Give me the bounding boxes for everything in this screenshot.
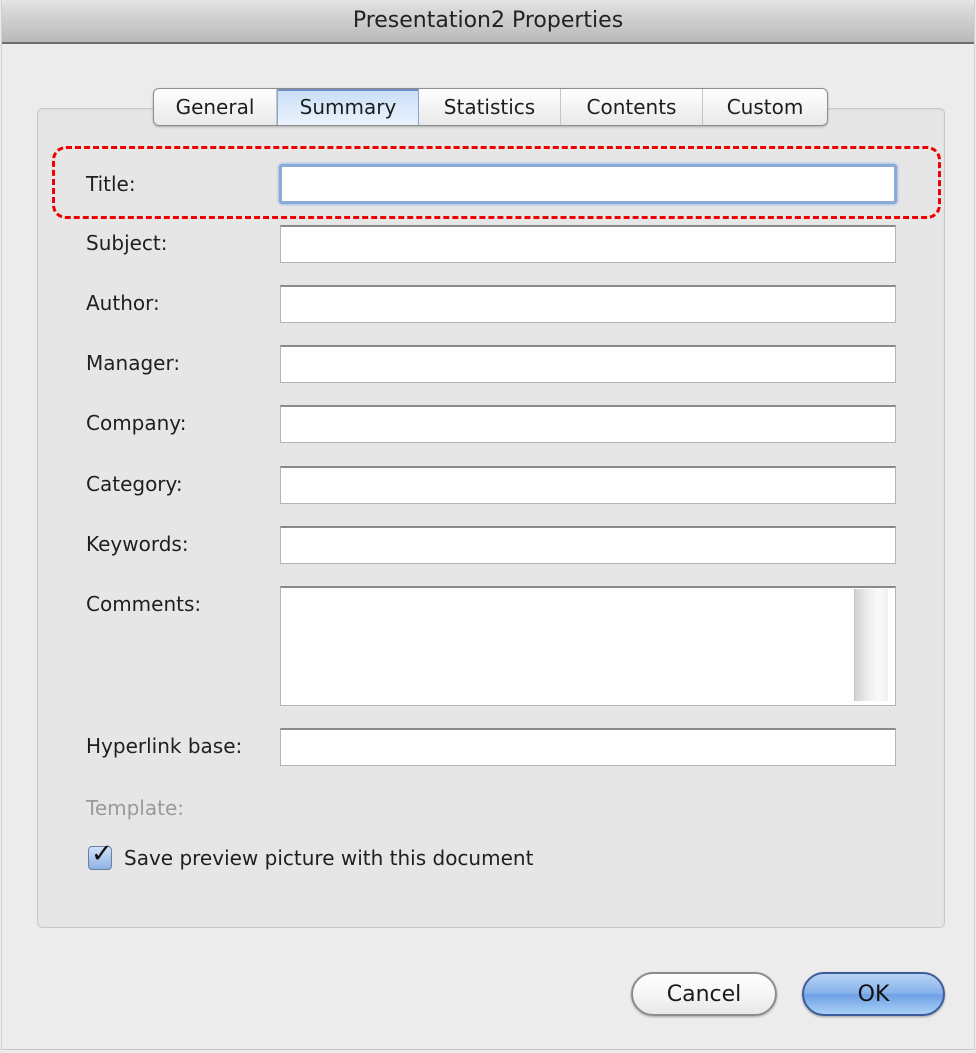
checkmark-icon: ✓ xyxy=(91,839,113,869)
subject-row: Subject: xyxy=(86,225,896,265)
author-label: Author: xyxy=(86,291,160,315)
title-input[interactable] xyxy=(279,164,897,204)
author-input[interactable] xyxy=(280,285,896,323)
comments-label: Comments: xyxy=(86,592,202,616)
manager-label: Manager: xyxy=(86,351,181,375)
template-row: Template: xyxy=(86,790,896,830)
cancel-button[interactable]: Cancel xyxy=(631,972,777,1016)
comments-textarea[interactable] xyxy=(280,586,896,706)
save-preview-label[interactable]: Save preview picture with this document xyxy=(124,846,533,870)
tab-summary[interactable]: Summary xyxy=(277,89,419,125)
company-row: Company: xyxy=(86,405,896,445)
ok-button[interactable]: OK xyxy=(802,972,945,1016)
tab-contents[interactable]: Contents xyxy=(561,89,703,125)
comments-row: Comments: xyxy=(86,586,896,708)
hyperlink-base-input[interactable] xyxy=(280,728,896,766)
save-preview-checkbox[interactable]: ✓ xyxy=(88,839,113,870)
keywords-row: Keywords: xyxy=(86,526,896,566)
company-input[interactable] xyxy=(280,405,896,443)
template-label: Template: xyxy=(86,796,184,820)
keywords-input[interactable] xyxy=(280,526,896,564)
window-title: Presentation2 Properties xyxy=(352,8,624,33)
tab-general[interactable]: General xyxy=(154,89,277,125)
category-label: Category: xyxy=(86,472,183,496)
author-row: Author: xyxy=(86,285,896,325)
manager-row: Manager: xyxy=(86,345,896,385)
category-row: Category: xyxy=(86,466,896,506)
title-bar[interactable]: Presentation2 Properties xyxy=(2,0,974,44)
tab-bar: General Summary Statistics Contents Cust… xyxy=(153,88,828,126)
subject-label: Subject: xyxy=(86,231,168,255)
title-label: Title: xyxy=(86,172,136,196)
save-preview-option[interactable]: ✓ Save preview picture with this documen… xyxy=(88,839,533,874)
properties-dialog: Presentation2 Properties General Summary… xyxy=(1,0,975,1050)
comments-scrollbar[interactable] xyxy=(854,589,888,701)
hyperlink-base-row: Hyperlink base: xyxy=(86,728,896,768)
tab-statistics[interactable]: Statistics xyxy=(419,89,561,125)
hyperlink-base-label: Hyperlink base: xyxy=(86,734,243,758)
manager-input[interactable] xyxy=(280,345,896,383)
keywords-label: Keywords: xyxy=(86,532,189,556)
tab-custom[interactable]: Custom xyxy=(703,89,827,125)
title-row: Title: xyxy=(86,164,897,204)
company-label: Company: xyxy=(86,411,187,435)
category-input[interactable] xyxy=(280,466,896,504)
subject-input[interactable] xyxy=(280,225,896,263)
